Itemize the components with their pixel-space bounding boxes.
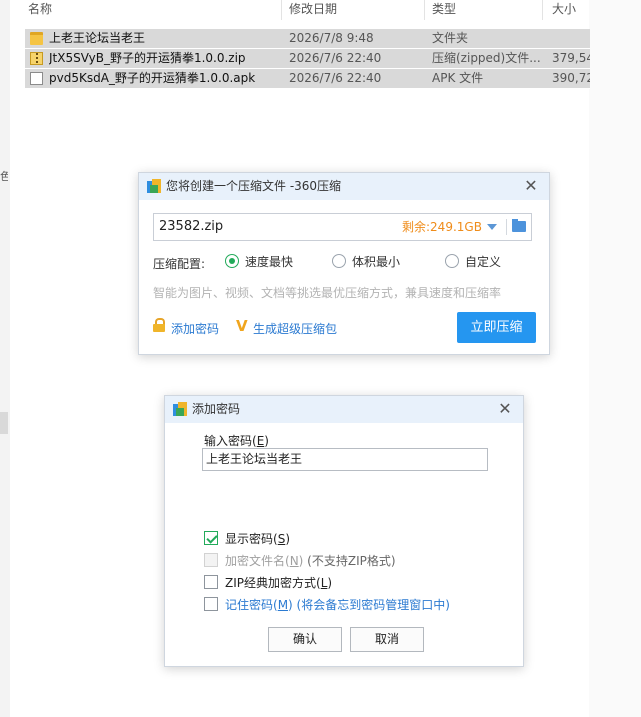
column-header-date[interactable]: 修改日期 bbox=[289, 0, 425, 20]
app-360zip-icon bbox=[147, 179, 161, 193]
password-input-label: 输入密码(E) bbox=[204, 434, 269, 448]
file-row[interactable]: pvd5KsdA_野子的开运猜拳1.0.0.apk 2026/7/6 22:40… bbox=[25, 69, 590, 89]
nav-pane-selected-item[interactable] bbox=[0, 412, 8, 434]
compress-dialog-titlebar[interactable]: 您将创建一个压缩文件 -360压缩 ✕ bbox=[139, 173, 549, 200]
file-type: 压缩(zipped)文件... bbox=[432, 51, 541, 65]
divider bbox=[506, 219, 507, 235]
file-date: 2026/7/8 9:48 bbox=[289, 31, 374, 45]
file-name: pvd5KsdA_野子的开运猜拳1.0.0.apk bbox=[49, 71, 256, 85]
file-date: 2026/7/6 22:40 bbox=[289, 51, 382, 65]
checkbox-checked-icon bbox=[204, 531, 218, 545]
checkbox-empty-icon bbox=[204, 575, 218, 589]
file-size: 390,72 bbox=[552, 71, 590, 85]
archive-filename: 23582.zip bbox=[159, 219, 224, 234]
close-icon[interactable]: ✕ bbox=[495, 399, 515, 419]
file-size: 379,54 bbox=[552, 51, 590, 65]
app-360zip-icon bbox=[173, 402, 187, 416]
radio-fastest[interactable]: 速度最快 bbox=[225, 254, 293, 270]
compress-dialog: 您将创建一个压缩文件 -360压缩 ✕ 23582.zip 剩余:249.1GB… bbox=[138, 172, 550, 355]
confirm-button[interactable]: 确认 bbox=[268, 627, 342, 652]
free-space-label: 剩余:249.1GB bbox=[402, 220, 482, 234]
column-header-name[interactable]: 名称 bbox=[28, 0, 282, 20]
browse-folder-icon[interactable] bbox=[512, 219, 526, 232]
file-name: 上老王论坛当老王 bbox=[49, 31, 146, 45]
radio-custom[interactable]: 自定义 bbox=[445, 254, 501, 270]
add-password-link[interactable]: 添加密码 bbox=[171, 320, 219, 337]
column-header-type[interactable]: 类型 bbox=[432, 0, 543, 20]
folder-icon bbox=[30, 32, 43, 45]
show-password-checkbox[interactable]: 显示密码(S) bbox=[204, 531, 290, 547]
file-size bbox=[552, 29, 590, 48]
archive-filename-field[interactable]: 23582.zip 剩余:249.1GB bbox=[153, 213, 532, 241]
explorer-right-edge bbox=[589, 0, 641, 717]
nav-pane-clipped-text: 色 bbox=[0, 170, 8, 182]
navigation-pane-edge bbox=[0, 0, 10, 717]
radio-empty-icon bbox=[332, 254, 346, 268]
lock-icon bbox=[153, 318, 165, 332]
close-icon[interactable]: ✕ bbox=[521, 176, 541, 196]
file-name: JtX5SVyB_野子的开运猜拳1.0.0.zip bbox=[49, 51, 246, 65]
radio-empty-icon bbox=[445, 254, 459, 268]
radio-selected-icon bbox=[225, 254, 239, 268]
super-package-icon: V bbox=[236, 317, 248, 335]
password-input[interactable]: 上老王论坛当老王 bbox=[202, 448, 488, 471]
super-package-link[interactable]: 生成超级压缩包 bbox=[253, 320, 337, 337]
file-type: 文件夹 bbox=[432, 31, 469, 45]
encrypt-filenames-checkbox: 加密文件名(N) (不支持ZIP格式) bbox=[204, 553, 396, 569]
cancel-button[interactable]: 取消 bbox=[350, 627, 424, 652]
radio-smallest[interactable]: 体积最小 bbox=[332, 254, 400, 270]
compress-dialog-title: 您将创建一个压缩文件 -360压缩 bbox=[166, 179, 342, 193]
file-date: 2026/7/6 22:40 bbox=[289, 71, 382, 85]
file-row[interactable]: 上老王论坛当老王 2026/7/8 9:48 文件夹 bbox=[25, 29, 590, 49]
checkbox-empty-icon bbox=[204, 597, 218, 611]
compress-now-button[interactable]: 立即压缩 bbox=[457, 312, 536, 343]
column-header-size[interactable]: 大小 bbox=[552, 0, 592, 20]
password-dialog-title: 添加密码 bbox=[192, 402, 241, 416]
checkbox-disabled-icon bbox=[204, 553, 218, 567]
apk-file-icon bbox=[30, 72, 43, 85]
file-type: APK 文件 bbox=[432, 71, 484, 85]
file-row[interactable]: JtX5SVyB_野子的开运猜拳1.0.0.zip 2026/7/6 22:40… bbox=[25, 49, 590, 69]
remember-password-checkbox[interactable]: 记住密码(M) (将会备忘到密码管理窗口中) bbox=[204, 597, 450, 613]
zip-classic-encryption-checkbox[interactable]: ZIP经典加密方式(L) bbox=[204, 575, 332, 591]
password-dialog-titlebar[interactable]: 添加密码 ✕ bbox=[165, 396, 523, 423]
compression-hint: 智能为图片、视频、文档等挑选最优压缩方式，兼具速度和压缩率 bbox=[153, 286, 502, 300]
add-password-dialog: 添加密码 ✕ 输入密码(E) 上老王论坛当老王 显示密码(S) 加密文件名(N)… bbox=[164, 395, 524, 667]
chevron-down-icon[interactable] bbox=[487, 224, 497, 230]
zip-file-icon bbox=[30, 52, 43, 65]
password-value: 上老王论坛当老王 bbox=[206, 452, 303, 466]
compression-config-label: 压缩配置: bbox=[153, 257, 206, 271]
